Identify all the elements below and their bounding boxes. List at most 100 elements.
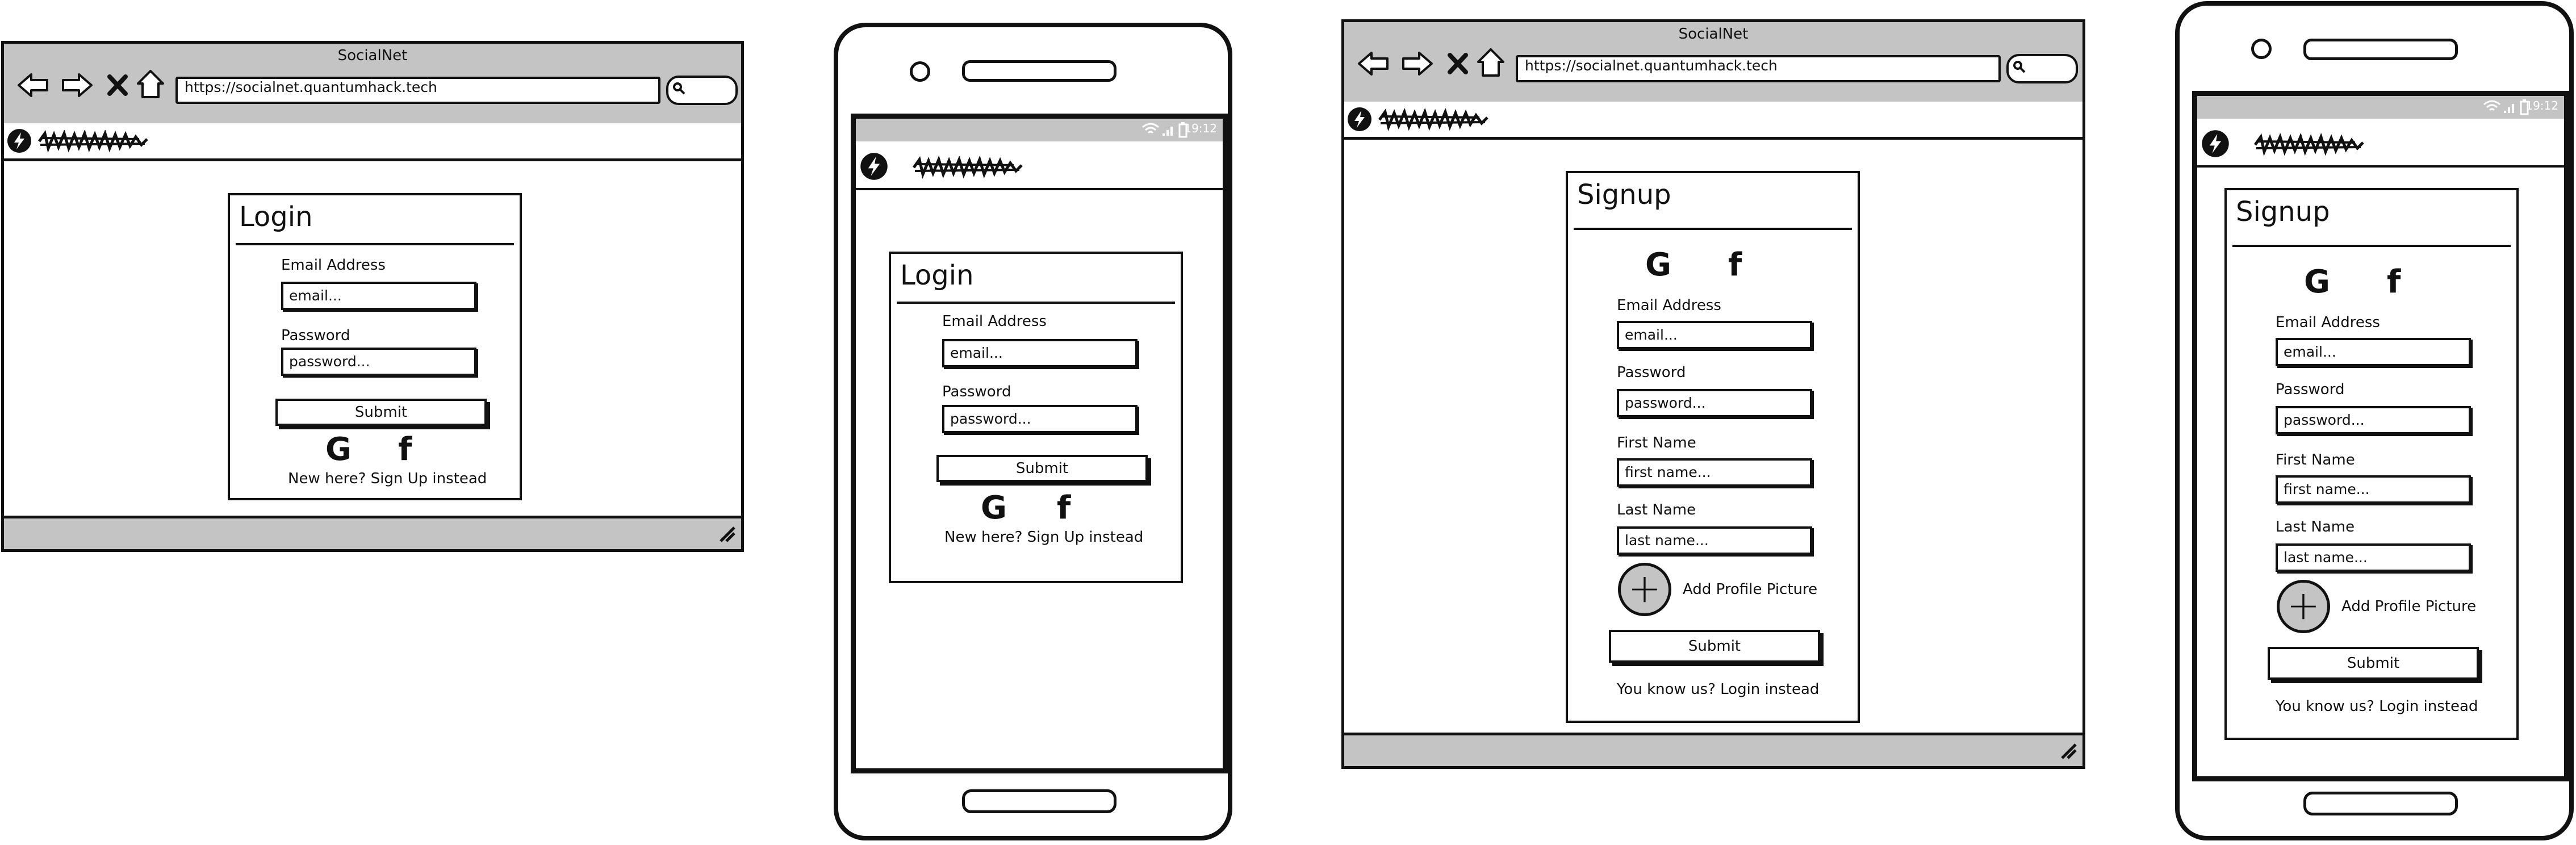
- arrow-right-icon[interactable]: [60, 71, 94, 99]
- email-field[interactable]: email...: [281, 282, 476, 310]
- submit-button[interactable]: Submit: [275, 399, 487, 426]
- desktop-signup-window: SocialNet https://socialnet.quantumhack.…: [1341, 19, 2085, 769]
- app-name-scribble: [1378, 108, 1488, 131]
- title-divider: [236, 243, 514, 245]
- arrow-left-icon[interactable]: [1357, 49, 1391, 78]
- status-time: 19:12: [1184, 122, 1217, 135]
- lightning-bolt-icon: [1348, 107, 1371, 131]
- add-profile-picture-label[interactable]: Add Profile Picture: [1683, 581, 1817, 598]
- app-name-scribble: [912, 156, 1023, 179]
- login-link[interactable]: You know us? Login instead: [2276, 698, 2478, 715]
- phone-screen: 19:12 Signup G f Email Address email... …: [2192, 91, 2569, 781]
- last-name-label: Last Name: [1617, 501, 1696, 518]
- wifi-icon: [1142, 123, 1159, 134]
- google-icon[interactable]: G: [1645, 249, 1671, 281]
- facebook-icon[interactable]: f: [1728, 249, 1742, 281]
- facebook-icon[interactable]: f: [398, 434, 412, 466]
- search-icon: [2013, 61, 2026, 73]
- status-bar: 19:12: [856, 119, 1223, 143]
- resize-grip-icon[interactable]: [716, 523, 737, 543]
- resize-grip-icon[interactable]: [2058, 740, 2078, 760]
- submit-button[interactable]: Submit: [1609, 630, 1820, 663]
- email-field[interactable]: email...: [942, 339, 1138, 367]
- signup-link[interactable]: New here? Sign Up instead: [944, 529, 1143, 546]
- lightning-bolt-icon: [860, 153, 888, 180]
- search-box[interactable]: [2006, 54, 2078, 83]
- facebook-icon[interactable]: f: [2387, 266, 2401, 298]
- front-camera: [910, 61, 930, 82]
- status-bar: [4, 516, 741, 549]
- front-camera: [2251, 39, 2272, 59]
- last-name-label: Last Name: [2276, 518, 2355, 536]
- wifi-icon: [2483, 100, 2500, 111]
- home-button[interactable]: [2303, 792, 2458, 815]
- home-icon[interactable]: [136, 69, 165, 99]
- arrow-right-icon[interactable]: [1400, 49, 1434, 78]
- title-divider: [2232, 245, 2511, 247]
- login-link[interactable]: You know us? Login instead: [1617, 681, 1819, 698]
- phone-screen: 19:12 Login Email Address email... Passw…: [851, 114, 1228, 773]
- signup-link[interactable]: New here? Sign Up instead: [288, 470, 487, 487]
- last-name-field[interactable]: last name...: [1617, 526, 1812, 555]
- password-field[interactable]: password...: [2276, 406, 2471, 434]
- arrow-left-icon[interactable]: [16, 71, 51, 99]
- first-name-label: First Name: [2276, 451, 2355, 468]
- speaker-grille: [962, 60, 1116, 82]
- password-field[interactable]: password...: [1617, 389, 1812, 417]
- app-name-scribble: [2253, 133, 2364, 156]
- address-bar[interactable]: https://socialnet.quantumhack.tech: [1516, 55, 2001, 82]
- home-icon[interactable]: [1476, 47, 1506, 78]
- password-label: Password: [942, 383, 1011, 400]
- plus-icon[interactable]: +: [1618, 563, 1671, 616]
- app-name-scribble: [37, 130, 148, 153]
- app-header: [4, 123, 741, 161]
- add-profile-picture-label[interactable]: Add Profile Picture: [2341, 598, 2476, 615]
- close-icon[interactable]: [1446, 52, 1469, 76]
- speaker-grille: [2303, 39, 2458, 60]
- card-title: Signup: [1577, 179, 1671, 211]
- window-title: SocialNet: [337, 47, 408, 64]
- first-name-field[interactable]: first name...: [2276, 475, 2471, 504]
- close-icon[interactable]: [106, 73, 129, 97]
- email-field[interactable]: email...: [1617, 321, 1812, 349]
- status-time: 19:12: [2525, 99, 2558, 112]
- card-title: Signup: [2236, 196, 2330, 228]
- address-bar[interactable]: https://socialnet.quantumhack.tech: [175, 77, 660, 104]
- title-divider: [1574, 228, 1852, 230]
- email-label: Email Address: [2276, 314, 2380, 331]
- last-name-field[interactable]: last name...: [2276, 543, 2471, 572]
- password-label: Password: [1617, 364, 1686, 381]
- email-field[interactable]: email...: [2276, 338, 2471, 366]
- submit-button[interactable]: Submit: [2268, 647, 2479, 680]
- google-icon[interactable]: G: [325, 434, 352, 466]
- submit-button[interactable]: Submit: [936, 455, 1148, 482]
- app-header: [2197, 119, 2564, 168]
- password-field[interactable]: password...: [281, 348, 476, 376]
- card-title: Login: [239, 201, 313, 233]
- first-name-field[interactable]: first name...: [1617, 458, 1812, 487]
- email-label: Email Address: [1617, 297, 1721, 314]
- mobile-signup-phone: 19:12 Signup G f Email Address email... …: [2175, 1, 2574, 840]
- email-label: Email Address: [942, 313, 1047, 330]
- signup-card: Signup G f Email Address email... Passwo…: [2224, 188, 2519, 740]
- password-label: Password: [281, 327, 350, 344]
- email-label: Email Address: [281, 257, 386, 274]
- signal-icon: [2504, 104, 2514, 113]
- google-icon[interactable]: G: [2304, 266, 2330, 298]
- facebook-icon[interactable]: f: [1057, 492, 1070, 524]
- login-card: Login Email Address email... Password pa…: [889, 252, 1183, 583]
- password-field[interactable]: password...: [942, 405, 1138, 433]
- password-label: Password: [2276, 381, 2345, 398]
- google-icon[interactable]: G: [981, 492, 1007, 524]
- app-header: [1344, 102, 2082, 140]
- lightning-bolt-icon: [2202, 130, 2229, 157]
- home-button[interactable]: [962, 789, 1116, 813]
- mobile-login-phone: 19:12 Login Email Address email... Passw…: [834, 23, 1232, 840]
- app-header: [856, 141, 1223, 190]
- window-title: SocialNet: [1678, 26, 1749, 43]
- plus-icon[interactable]: +: [2277, 580, 2330, 633]
- lightning-bolt-icon: [7, 129, 31, 153]
- title-divider: [897, 302, 1175, 304]
- status-bar: 19:12: [2197, 96, 2564, 120]
- search-box[interactable]: [666, 76, 738, 105]
